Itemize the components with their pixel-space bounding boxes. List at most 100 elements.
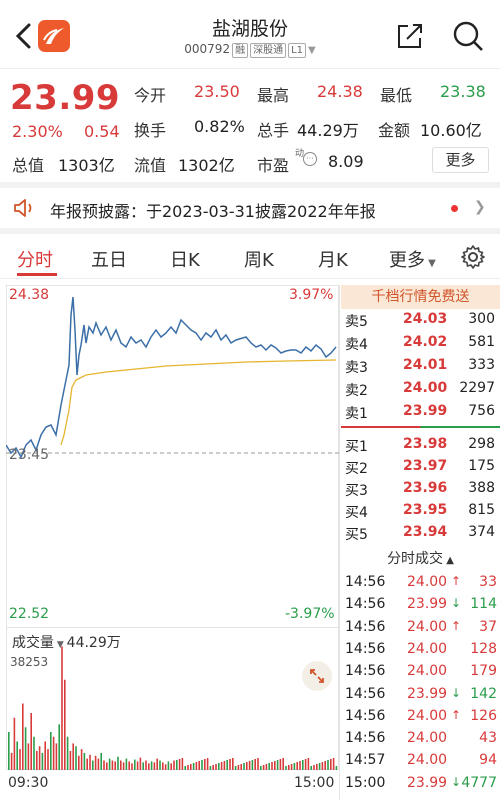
volume-bar xyxy=(108,758,111,770)
arrow-down-icon: ↓ xyxy=(451,685,462,700)
tick-time: 14:56 xyxy=(345,640,386,657)
volume-bar xyxy=(80,749,83,770)
order-book-row: 卖4 24.02 581 xyxy=(345,334,495,356)
volume-bar xyxy=(134,759,136,770)
intraday-chart-svg xyxy=(6,296,339,459)
volume-bar xyxy=(335,766,338,770)
tick-price: 24.00 xyxy=(407,752,448,769)
tick-volume: 179 xyxy=(470,663,497,680)
volume-bar xyxy=(243,763,245,770)
quote-value-mktcap: 1303亿 xyxy=(58,156,115,175)
order-level-label: 买2 xyxy=(345,461,368,477)
volume-bar xyxy=(114,761,116,770)
quote-label-mktcap: 总值 xyxy=(12,156,45,175)
tick-time: 14:56 xyxy=(345,618,386,635)
stock-code: 000792 xyxy=(184,42,231,56)
quote-label-turnover: 换手 xyxy=(134,121,167,140)
tab-five-day[interactable]: 五日 xyxy=(91,246,127,272)
volume-bar xyxy=(128,761,130,770)
order-price: 23.95 xyxy=(403,502,448,518)
volume-bar xyxy=(117,756,119,770)
volume-bar xyxy=(257,758,259,770)
volume-bar xyxy=(38,746,41,770)
tab-daily-k[interactable]: 日K xyxy=(170,246,200,272)
quote-value-open: 23.50 xyxy=(194,82,240,101)
volume-bar xyxy=(131,763,133,770)
tick-trade-row: 14:57 24.00 94 xyxy=(345,752,497,774)
search-icon[interactable] xyxy=(452,20,484,52)
tick-trade-row: 14:56 24.00 ↑ 126 xyxy=(345,708,497,730)
order-book-row: 买3 23.96 388 xyxy=(345,480,495,502)
chevron-right-icon[interactable]: ❯ xyxy=(474,199,486,215)
order-level-label: 买5 xyxy=(345,527,368,543)
tick-trades-header[interactable]: 分时成交 ▲ xyxy=(341,548,500,568)
price-axis-mid: 23.45 xyxy=(9,447,50,463)
volume-bar xyxy=(19,749,21,770)
volume-bar xyxy=(69,751,72,770)
expand-icon[interactable] xyxy=(302,661,332,691)
order-price: 24.01 xyxy=(403,357,448,373)
volume-bar xyxy=(209,766,212,770)
volume-bar xyxy=(83,752,86,770)
notice-text: 年报预披露：于2023-03-31披露2022年年报 xyxy=(50,202,376,221)
volume-bar xyxy=(304,759,307,770)
level2-promo-banner[interactable]: 千档行情免费送 xyxy=(341,285,500,309)
tab-more[interactable]: 更多 ▼ xyxy=(389,246,436,272)
price-line xyxy=(6,296,337,459)
price-axis-bottom: 22.52 xyxy=(9,606,50,622)
tab-intraday[interactable]: 分时 xyxy=(17,246,53,272)
volume-bar xyxy=(254,759,256,770)
volume-bar xyxy=(321,762,324,770)
volume-bar xyxy=(125,758,128,770)
order-volume: 374 xyxy=(468,524,495,540)
time-axis-end: 15:00 xyxy=(294,775,335,791)
tick-trade-row: 14:56 23.99 ↓ 142 xyxy=(345,686,497,708)
tick-volume: 37 xyxy=(479,618,497,635)
tick-price: 23.99 xyxy=(407,774,448,791)
volume-bar xyxy=(192,763,195,770)
chevron-down-icon[interactable]: ▼ xyxy=(308,45,316,56)
tick-trade-row: 14:56 24.00 43 xyxy=(345,730,497,752)
volume-bar xyxy=(178,759,181,770)
tick-price: 24.00 xyxy=(407,707,448,724)
tab-monthly-k[interactable]: 月K xyxy=(318,246,348,272)
tab-weekly-k[interactable]: 周K xyxy=(244,246,274,272)
tag-level[interactable]: L1 xyxy=(288,43,307,58)
volume-bar xyxy=(41,752,44,770)
tick-price: 24.00 xyxy=(407,618,448,635)
info-icon[interactable]: ··· xyxy=(303,152,317,166)
volume-bar xyxy=(260,766,262,770)
volume-bar xyxy=(248,761,251,770)
quote-label-open: 今开 xyxy=(134,86,167,105)
volume-bar xyxy=(120,760,122,770)
volume-bar xyxy=(246,762,248,770)
volume-bar xyxy=(310,766,312,770)
order-level-label: 买4 xyxy=(345,505,368,521)
volume-bar xyxy=(24,727,27,770)
order-volume: 815 xyxy=(468,502,495,518)
volume-bar xyxy=(55,743,58,770)
order-book-row: 买4 23.95 815 xyxy=(345,502,495,524)
volume-bar xyxy=(330,759,332,770)
order-volume: 333 xyxy=(468,357,495,373)
tick-time: 14:56 xyxy=(345,663,386,680)
stock-code-line: 000792 融深股通 L1 ▼ xyxy=(0,42,500,58)
tick-volume: 94 xyxy=(479,752,497,769)
settings-gear-icon[interactable] xyxy=(460,244,486,274)
quote-more-button[interactable]: 更多 xyxy=(432,147,489,173)
order-volume: 300 xyxy=(468,311,495,327)
volume-bar xyxy=(313,765,315,770)
share-icon[interactable] xyxy=(396,22,424,50)
quote-value-turnover: 0.82% xyxy=(194,117,245,136)
volume-bar xyxy=(156,758,158,770)
order-book-row: 卖3 24.01 333 xyxy=(345,357,495,379)
tick-volume: 43 xyxy=(479,730,497,747)
tag-connect: 深股通 xyxy=(250,43,287,58)
order-volume: 175 xyxy=(468,458,495,474)
pct-axis-top: 3.97% xyxy=(289,287,334,303)
order-level-label: 卖2 xyxy=(345,383,368,399)
tick-time: 14:56 xyxy=(345,596,386,613)
active-tab-indicator xyxy=(17,273,57,276)
volume-bar xyxy=(10,752,13,770)
volume-bar xyxy=(173,760,175,770)
